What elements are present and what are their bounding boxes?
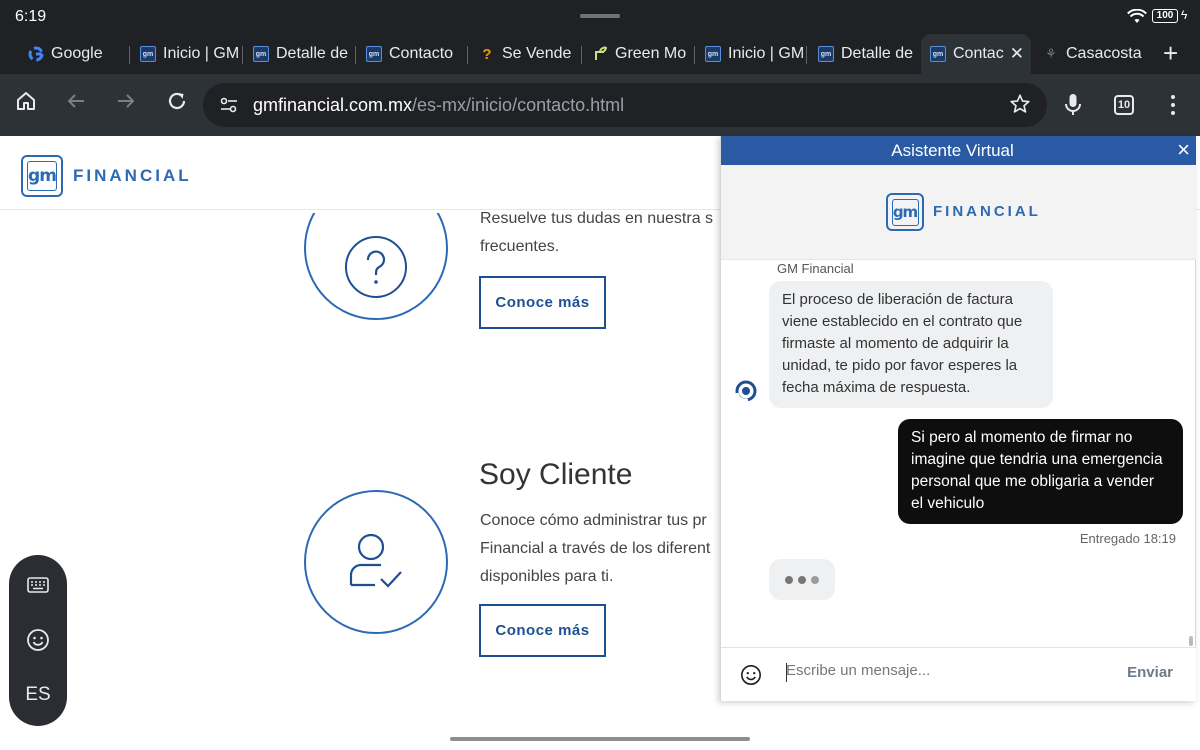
keyboard-icon	[27, 577, 49, 593]
tab-label: Inicio | GM	[728, 45, 805, 62]
send-button[interactable]: Enviar	[1127, 664, 1173, 681]
message-sender: GM Financial	[777, 261, 854, 276]
tab-strip: Google gm Inicio | GM gm Detalle de gm C…	[0, 34, 1200, 74]
faq-learn-more-button[interactable]: Conoce más	[479, 276, 606, 329]
client-circle	[304, 490, 448, 634]
reload-icon[interactable]	[166, 90, 188, 112]
status-time: 6:19	[15, 8, 47, 25]
client-learn-more-button[interactable]: Conoce más	[479, 604, 606, 657]
bookmark-star-icon[interactable]	[1009, 93, 1031, 115]
more-menu-icon[interactable]	[1168, 94, 1178, 116]
typing-indicator	[769, 559, 835, 600]
gm-icon: gm	[140, 46, 156, 62]
gesture-bar[interactable]	[450, 737, 750, 741]
tab-detalle-2[interactable]: gm Detalle de	[818, 34, 921, 74]
new-tab-icon[interactable]: +	[1163, 40, 1178, 66]
tab-label: Detalle de	[841, 45, 914, 62]
url-text[interactable]: gmfinancial.com.mx/es-mx/inicio/contacto…	[253, 95, 624, 116]
home-icon[interactable]	[15, 90, 37, 112]
gm-icon: gm	[253, 46, 269, 62]
gm-logo: gm	[886, 193, 924, 231]
tab-label: Contacto	[389, 45, 454, 62]
faq-description: Resuelve tus dudas en nuestra s frecuent…	[480, 210, 714, 255]
status-bar: 6:19 100 ϟ	[0, 0, 1200, 34]
tab-label: Detalle de	[276, 45, 349, 62]
language-button[interactable]: ES	[9, 677, 67, 713]
tab-casacosta[interactable]: ⚘ Casacosta	[1043, 34, 1143, 74]
tab-inicio-gm[interactable]: gm Inicio | GM	[140, 34, 243, 74]
emoji-icon	[27, 629, 49, 651]
emoji-picker-icon[interactable]	[740, 664, 762, 686]
tab-label: Casacosta	[1066, 45, 1142, 62]
close-tab-icon[interactable]: ✕	[1010, 44, 1024, 64]
gm-icon: gm	[366, 46, 382, 62]
charging-icon: ϟ	[1181, 8, 1188, 22]
tab-detalle[interactable]: gm Detalle de	[253, 34, 356, 74]
tab-switcher-button[interactable]: 10	[1114, 95, 1134, 115]
screen: 6:19 100 ϟ Google gm Inicio | GM gm Deta…	[0, 0, 1200, 750]
tab-label: Google	[51, 45, 103, 62]
typing-dot	[811, 575, 819, 584]
tab-label: Se Vende	[502, 45, 572, 62]
keyboard-button[interactable]	[9, 567, 67, 603]
gm-icon: gm	[705, 46, 721, 62]
logo-wordmark: FINANCIAL	[73, 166, 192, 185]
tab-label: Green Mo	[615, 45, 687, 62]
location-icon: ?	[482, 45, 492, 63]
message-input[interactable]: Escribe un mensaje...	[786, 662, 930, 679]
tab-label: Inicio | GM	[163, 45, 240, 62]
user-check-icon	[349, 533, 402, 588]
gm-icon: gm	[930, 46, 946, 62]
wifi-icon	[1127, 9, 1147, 23]
chat-header: Asistente Virtual ×	[721, 136, 1196, 165]
floating-input-toolbar: ES	[9, 555, 67, 726]
close-chat-icon[interactable]: ×	[1177, 137, 1190, 163]
tab-google[interactable]: Google	[28, 34, 130, 74]
gm-logo[interactable]: gm	[21, 155, 63, 197]
google-icon	[28, 46, 44, 62]
microphone-icon[interactable]	[1063, 93, 1083, 117]
typing-dot	[785, 575, 793, 584]
question-icon	[345, 236, 407, 298]
client-heading: Soy Cliente	[479, 458, 633, 491]
chat-composer: Escribe un mensaje... Enviar	[721, 647, 1196, 701]
back-icon[interactable]	[65, 90, 87, 112]
browser-toolbar: gmfinancial.com.mx/es-mx/inicio/contacto…	[0, 74, 1200, 136]
gm-icon: gm	[818, 46, 834, 62]
typing-dot	[798, 575, 806, 584]
window-handle[interactable]	[580, 14, 620, 18]
site-settings-icon[interactable]	[219, 96, 239, 114]
tab-contacto-active[interactable]: gm Contac ✕	[921, 34, 1031, 74]
address-bar[interactable]: gmfinancial.com.mx/es-mx/inicio/contacto…	[203, 83, 1047, 127]
tab-inicio-gm-2[interactable]: gm Inicio | GM	[705, 34, 807, 74]
plant-icon	[592, 46, 608, 62]
battery-icon: 100	[1152, 9, 1178, 23]
tab-contacto[interactable]: gm Contacto	[366, 34, 468, 74]
forward-icon[interactable]	[115, 90, 137, 112]
delivery-status: Entregado 18:19	[1079, 531, 1176, 546]
site-icon: ⚘	[1045, 46, 1057, 61]
bot-avatar-icon	[735, 380, 757, 402]
chat-scrollbar[interactable]	[1189, 636, 1193, 646]
tab-label: Contac	[953, 45, 1004, 62]
chat-logo-wordmark: FINANCIAL	[933, 203, 1041, 220]
emoji-button[interactable]	[9, 621, 67, 659]
chat-title: Asistente Virtual	[891, 141, 1014, 160]
chat-brand-banner: gm FINANCIAL	[721, 165, 1196, 260]
user-message: Si pero al momento de firmar no imagine …	[898, 419, 1183, 524]
bot-message: El proceso de liberación de factura vien…	[769, 281, 1053, 408]
client-description: Conoce cómo administrar tus pr Financial…	[480, 512, 711, 585]
tab-se-vende[interactable]: ? Se Vende	[479, 34, 582, 74]
tab-green-mo[interactable]: Green Mo	[592, 34, 695, 74]
chat-widget: Asistente Virtual × gm FINANCIAL GM Fina…	[720, 136, 1196, 701]
